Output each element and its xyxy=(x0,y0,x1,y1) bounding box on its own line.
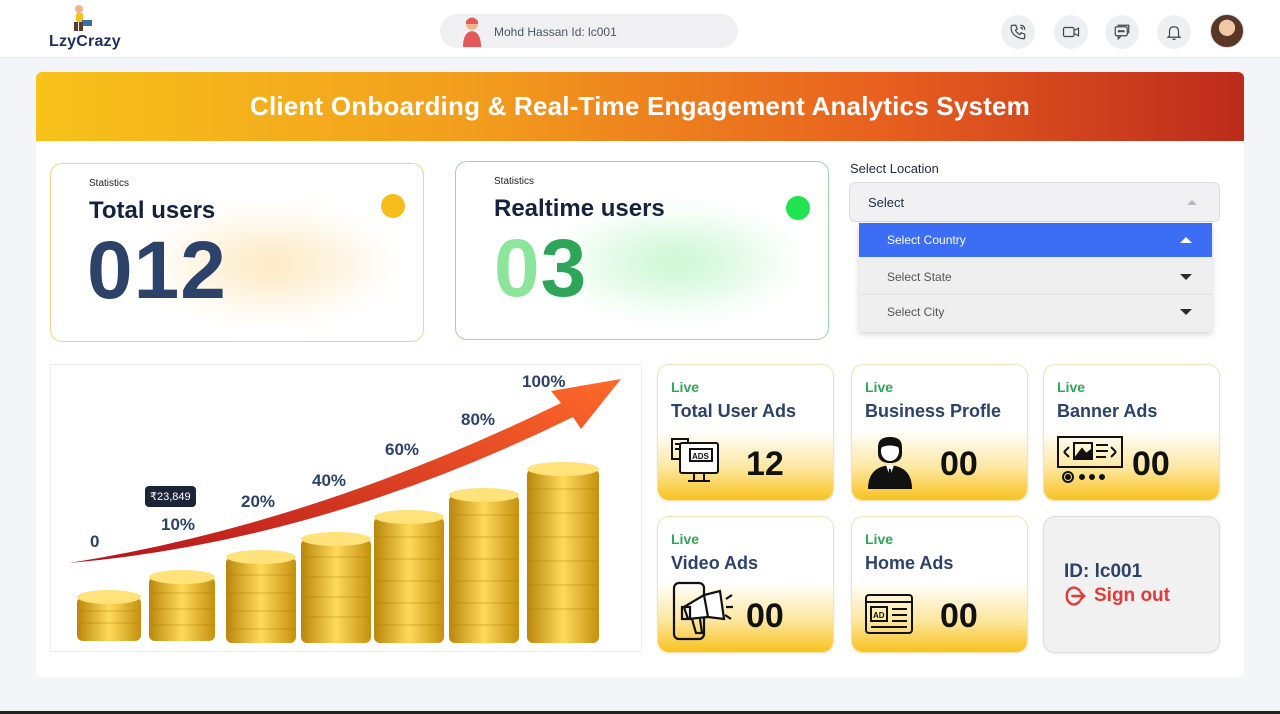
caret-down-icon xyxy=(1180,274,1192,280)
total-users-card: Statistics Total users 012 xyxy=(50,163,424,342)
page-title: Client Onboarding & Real-Time Engagement… xyxy=(249,91,1030,121)
top-bar: LzyCrazy Mohd Hassan Id: lc001 xyxy=(0,0,1280,58)
profile-avatar[interactable] xyxy=(1210,14,1244,48)
location-select-value: Select xyxy=(868,195,905,210)
ad-card-title: Total User Ads xyxy=(671,401,797,421)
svg-text:ADS: ADS xyxy=(692,452,710,461)
user-pill[interactable]: Mohd Hassan Id: lc001 xyxy=(440,14,738,48)
growth-label: 40% xyxy=(312,471,347,490)
phone-button[interactable] xyxy=(1001,15,1035,49)
video-icon xyxy=(1062,26,1080,38)
ad-card-title: Video Ads xyxy=(671,553,759,573)
logo[interactable]: LzyCrazy xyxy=(46,4,128,54)
status-dot xyxy=(786,196,810,220)
main-panel: Client Onboarding & Real-Time Engagement… xyxy=(36,72,1244,677)
user-avatar-icon xyxy=(463,17,481,47)
value-tooltip: ₹23,849 xyxy=(145,486,196,507)
coin-stack xyxy=(77,590,141,641)
stat-title: Total users xyxy=(89,197,216,224)
stat-value-digit-b: 3 xyxy=(540,223,588,314)
stat-caption: Statistics xyxy=(494,176,535,187)
ads-monitor-icon: ADS xyxy=(671,438,719,482)
banner-icon xyxy=(1057,436,1123,483)
coin-stack xyxy=(449,488,519,643)
realtime-users-card: Statistics Realtime users 03 xyxy=(455,161,829,340)
ad-card-title: Home Ads xyxy=(865,553,954,573)
live-badge: Live xyxy=(1057,379,1086,395)
live-badge: Live xyxy=(865,531,894,547)
svg-text:AD: AD xyxy=(873,611,885,620)
option-city[interactable]: Select City xyxy=(859,294,1212,328)
caret-down-icon xyxy=(1180,309,1192,315)
coin-stacks-graphic xyxy=(69,379,621,643)
sign-out-label: Sign out xyxy=(1094,585,1170,606)
account-card: ID: lc001 Sign out xyxy=(1043,516,1220,653)
sign-out-button[interactable]: Sign out xyxy=(1064,585,1170,607)
phone-icon xyxy=(1010,24,1026,40)
title-banner: Client Onboarding & Real-Time Engagement… xyxy=(36,72,1244,141)
coin-stack xyxy=(149,570,215,641)
ad-count: 00 xyxy=(1132,445,1170,483)
growth-illustration: 0 10% 20% 40% 60% 80% 100% ₹23,849 xyxy=(50,364,642,652)
status-dot xyxy=(381,194,405,218)
ad-count: 00 xyxy=(746,597,784,635)
stat-value-digit-a: 0 xyxy=(494,223,541,314)
logo-text: LzyCrazy xyxy=(49,33,121,50)
user-name: Mohd Hassan Id: lc001 xyxy=(494,25,617,39)
ad-card-title: Banner Ads xyxy=(1057,401,1158,421)
live-badge: Live xyxy=(671,531,700,547)
ad-card-video-ads[interactable]: Live Video Ads 00 xyxy=(657,516,834,653)
account-id: ID: lc001 xyxy=(1064,561,1143,582)
ad-card-banner-ads[interactable]: Live Banner Ads 00 xyxy=(1043,364,1220,501)
coin-stack xyxy=(301,532,371,643)
growth-label: 60% xyxy=(385,440,420,459)
mascot-icon xyxy=(74,5,92,31)
chevron-up-icon xyxy=(1187,200,1197,205)
logout-icon xyxy=(1065,586,1086,606)
growth-label: 10% xyxy=(161,515,196,534)
coin-stack xyxy=(374,510,444,643)
option-country[interactable]: Select Country xyxy=(859,223,1212,257)
ad-card-total-user-ads[interactable]: Live Total User Ads ADS 12 xyxy=(657,364,834,501)
chat-button[interactable] xyxy=(1105,15,1139,49)
bell-icon xyxy=(1166,26,1182,41)
location-label: Select Location xyxy=(850,161,939,176)
live-badge: Live xyxy=(865,379,894,395)
growth-label: 0 xyxy=(90,532,100,551)
location-select[interactable]: Select xyxy=(849,182,1220,222)
business-person-icon xyxy=(868,437,912,489)
ad-count: 12 xyxy=(746,445,784,483)
ad-card-business-profile[interactable]: Live Business Profle 00 xyxy=(851,364,1028,501)
ad-count: 00 xyxy=(940,597,978,635)
stat-value: 012 xyxy=(87,225,227,316)
option-label: Select Country xyxy=(887,233,966,247)
option-label: Select State xyxy=(887,270,952,284)
ad-count: 00 xyxy=(940,445,978,483)
stat-value: 03 xyxy=(494,228,587,310)
notifications-button[interactable] xyxy=(1157,15,1191,49)
live-badge: Live xyxy=(671,379,700,395)
home-ads-icon: AD xyxy=(865,594,913,634)
option-state[interactable]: Select State xyxy=(859,260,1212,294)
location-dropdown: Select Country Select State Select City xyxy=(859,223,1212,332)
chat-icon xyxy=(1114,24,1130,41)
stat-caption: Statistics xyxy=(89,178,130,189)
growth-label: 80% xyxy=(461,410,496,429)
option-label: Select City xyxy=(887,305,945,319)
video-button[interactable] xyxy=(1054,15,1088,49)
video-ads-icon xyxy=(672,581,733,641)
growth-label: 100% xyxy=(522,372,566,391)
caret-up-icon xyxy=(1180,237,1192,243)
ad-card-home-ads[interactable]: Live Home Ads AD 00 xyxy=(851,516,1028,653)
stat-title: Realtime users xyxy=(494,195,665,222)
growth-label: 20% xyxy=(241,492,276,511)
ad-card-title: Business Profle xyxy=(865,401,1002,421)
